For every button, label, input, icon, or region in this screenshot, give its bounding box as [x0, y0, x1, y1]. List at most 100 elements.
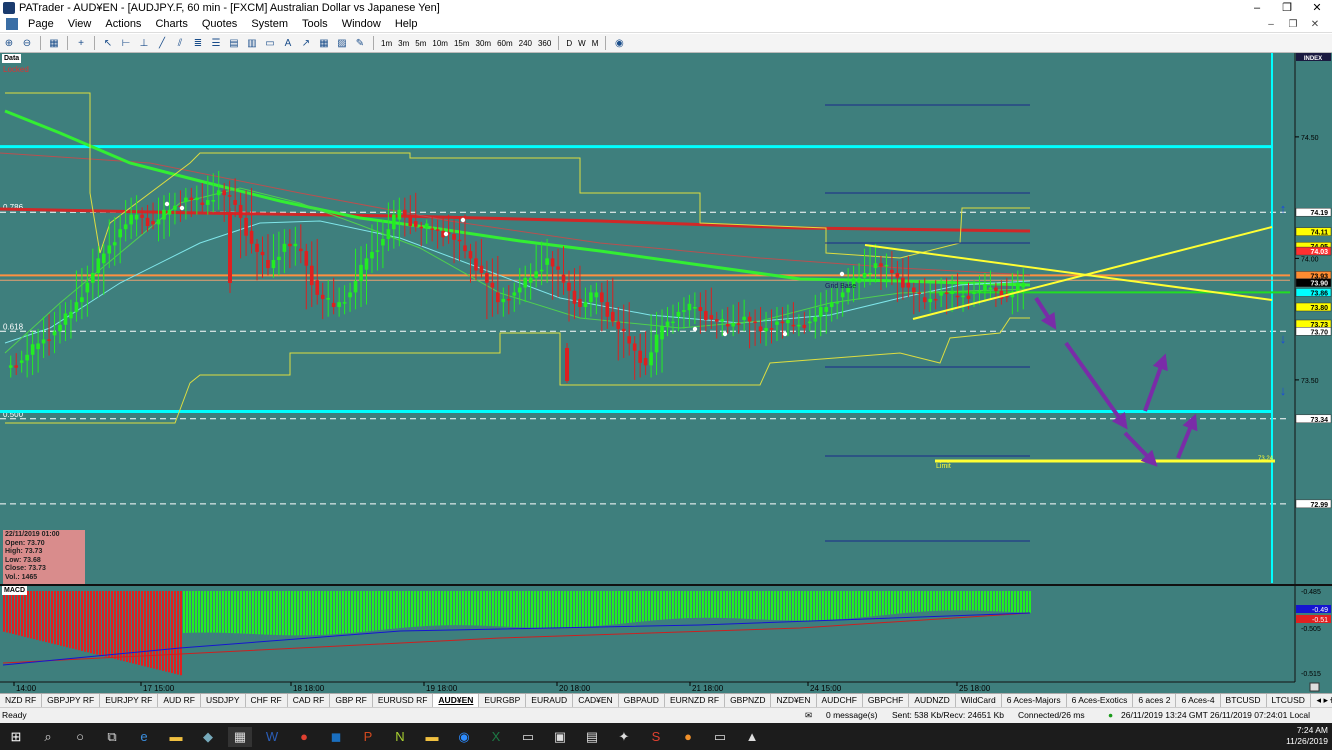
edge-icon[interactable]: e: [132, 727, 156, 747]
timeframe-10m[interactable]: 10m: [429, 36, 451, 51]
tab-eurjpy-rf[interactable]: EURJPY RF: [100, 694, 159, 707]
timeframe-3m[interactable]: 3m: [395, 36, 412, 51]
fib-retracement-icon[interactable]: ☰: [208, 36, 224, 51]
tab-6-aces-2[interactable]: 6 aces 2: [1133, 694, 1177, 707]
menu-view[interactable]: View: [61, 16, 99, 33]
tab-chf-rf[interactable]: CHF RF: [246, 694, 288, 707]
search-icon[interactable]: ⌕: [36, 727, 60, 747]
tab-ltcusd[interactable]: LTCUSD: [1267, 694, 1311, 707]
child-minimize-button[interactable]: –: [1260, 16, 1282, 33]
patrader-icon[interactable]: ▦: [228, 726, 252, 747]
price-chart[interactable]: INDEX0.7860.6180.500Grid BaseLimit73.24↑…: [0, 53, 1332, 693]
status-messages[interactable]: 0 message(s): [826, 710, 878, 720]
ninjatrader-icon[interactable]: N: [388, 727, 412, 747]
timeframe-monthly[interactable]: M: [589, 36, 602, 51]
timeframe-240[interactable]: 240: [516, 36, 535, 51]
tab-nzd-rf[interactable]: NZD RF: [0, 694, 43, 707]
tools-icon[interactable]: ✦: [612, 727, 636, 747]
settings-target-icon[interactable]: ◉: [611, 36, 627, 51]
file-explorer-icon[interactable]: ▬: [164, 727, 188, 747]
grid-tool-icon[interactable]: ▦: [316, 36, 332, 51]
timeframe-360[interactable]: 360: [535, 36, 554, 51]
chart-area[interactable]: INDEX 0.786 0.618 0.500 Grid Base Limit 73.24 ↑…: [0, 53, 1332, 693]
menu-quotes[interactable]: Quotes: [195, 16, 244, 33]
timeframe-30m[interactable]: 30m: [473, 36, 495, 51]
tab-btcusd[interactable]: BTCUSD: [1221, 694, 1267, 707]
maximize-button[interactable]: ❐: [1272, 0, 1302, 16]
outlook-icon[interactable]: ◼: [324, 727, 348, 747]
s-app-icon[interactable]: S: [644, 727, 668, 747]
menu-window[interactable]: Window: [335, 16, 388, 33]
tab-eurgbp[interactable]: EURGBP: [479, 694, 527, 707]
windows-start-icon[interactable]: ⊞: [4, 727, 28, 747]
menu-actions[interactable]: Actions: [98, 16, 148, 33]
menu-system[interactable]: System: [244, 16, 295, 33]
tab-nzd-en[interactable]: NZD¥EN: [771, 694, 817, 707]
channel-icon[interactable]: ⫽: [172, 36, 188, 51]
tab-scroll-arrows-icon[interactable]: ◂ ▸: [1314, 694, 1330, 707]
zoom-icon[interactable]: ◉: [452, 727, 476, 747]
app-icon[interactable]: ◆: [196, 727, 220, 747]
tab-6-aces-exotics[interactable]: 6 Aces-Exotics: [1067, 694, 1134, 707]
fibonacci-icon[interactable]: ≣: [190, 36, 206, 51]
tab-aud-rf[interactable]: AUD RF: [158, 694, 201, 707]
tab-eurusd-rf[interactable]: EURUSD RF: [373, 694, 434, 707]
pen-icon[interactable]: ✎: [352, 36, 368, 51]
menu-charts[interactable]: Charts: [148, 16, 194, 33]
tab-gbpnzd[interactable]: GBPNZD: [725, 694, 772, 707]
tab-6-aces-majors[interactable]: 6 Aces-Majors: [1002, 694, 1067, 707]
tab-cad-rf[interactable]: CAD RF: [288, 694, 331, 707]
tab-wildcard[interactable]: WildCard: [956, 694, 1002, 707]
tab-eurnzd-rf[interactable]: EURNZD RF: [665, 694, 726, 707]
timeframe-1m[interactable]: 1m: [378, 36, 395, 51]
tab-audchf[interactable]: AUDCHF: [817, 694, 863, 707]
gann-icon[interactable]: ▥: [244, 36, 260, 51]
ruler-icon[interactable]: ▨: [334, 36, 350, 51]
page-icon[interactable]: [6, 18, 18, 30]
close-button[interactable]: ✕: [1302, 0, 1332, 16]
photo-icon[interactable]: ▲: [740, 727, 764, 747]
vertical-line-icon[interactable]: ⊥: [136, 36, 152, 51]
tab-aud-en[interactable]: AUD¥EN: [433, 694, 480, 707]
cortana-icon[interactable]: ○: [68, 727, 92, 747]
child-close-button[interactable]: ✕: [1304, 16, 1326, 33]
arrow-tool-icon[interactable]: ↗: [298, 36, 314, 51]
menu-help[interactable]: Help: [388, 16, 425, 33]
tab-gbpaud[interactable]: GBPAUD: [619, 694, 665, 707]
minimize-button[interactable]: –: [1242, 0, 1272, 16]
remote-icon[interactable]: ▤: [580, 727, 604, 747]
tab-gbpchf[interactable]: GBPCHF: [863, 694, 910, 707]
tab-audnzd[interactable]: AUDNZD: [909, 694, 956, 707]
zoom-out-icon[interactable]: ⊖: [19, 36, 35, 51]
timeframe-daily[interactable]: D: [563, 36, 575, 51]
chart-icon[interactable]: ▦: [46, 36, 62, 51]
powerpoint-icon[interactable]: P: [356, 727, 380, 747]
orange-app-icon[interactable]: ●: [676, 727, 700, 747]
rectangle-icon[interactable]: ▭: [262, 36, 278, 51]
timeframe-15m[interactable]: 15m: [451, 36, 473, 51]
network-icon[interactable]: ▣: [548, 727, 572, 747]
taskbar-clock[interactable]: 7:24 AM 11/26/2019: [1286, 725, 1328, 747]
trend-line-icon[interactable]: ╱: [154, 36, 170, 51]
tab-cad-en[interactable]: CAD¥EN: [573, 694, 619, 707]
text-tool-icon[interactable]: A: [280, 36, 296, 51]
monitor-icon[interactable]: ▭: [516, 727, 540, 747]
word-icon[interactable]: W: [260, 727, 284, 747]
fib-extension-icon[interactable]: ▤: [226, 36, 242, 51]
excel-icon[interactable]: X: [484, 727, 508, 747]
screen-icon[interactable]: ▭: [708, 727, 732, 747]
horizontal-line-icon[interactable]: ⊢: [118, 36, 134, 51]
tab-6-aces-4[interactable]: 6 Aces-4: [1176, 694, 1221, 707]
zoom-in-icon[interactable]: ⊕: [1, 36, 17, 51]
tab-usdjpy[interactable]: USDJPY: [201, 694, 246, 707]
chrome-icon[interactable]: ●: [292, 727, 316, 747]
timeframe-60m[interactable]: 60m: [494, 36, 516, 51]
tab-gbp-rf[interactable]: GBP RF: [330, 694, 373, 707]
menu-tools[interactable]: Tools: [295, 16, 335, 33]
folder-icon[interactable]: ▬: [420, 727, 444, 747]
tab-euraud[interactable]: EURAUD: [526, 694, 574, 707]
child-restore-button[interactable]: ❐: [1282, 16, 1304, 33]
tab-gbpjpy-rf[interactable]: GBPJPY RF: [42, 694, 101, 707]
task-view-icon[interactable]: ⧉: [100, 727, 124, 747]
menu-page[interactable]: Page: [21, 16, 61, 33]
